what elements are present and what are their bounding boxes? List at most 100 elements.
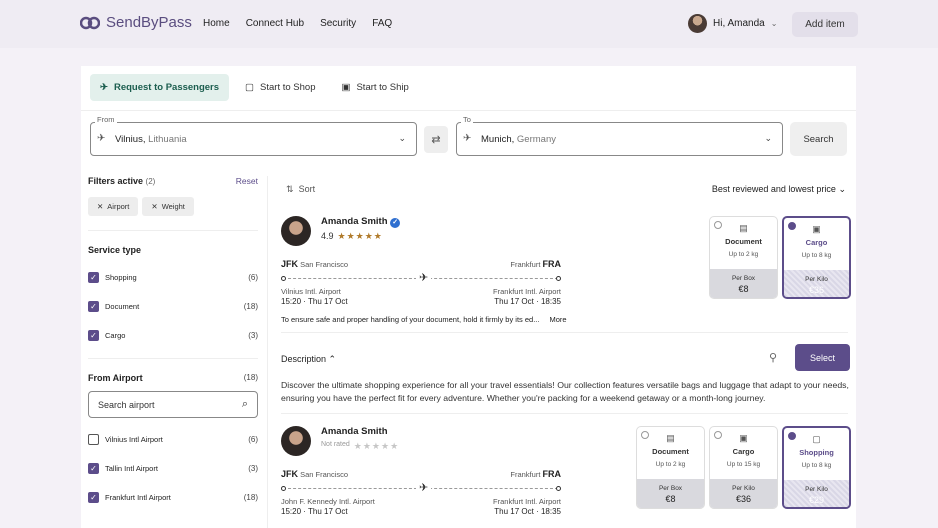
tab-start-to-ship[interactable]: ▣ Start to Ship (331, 74, 418, 101)
swap-button[interactable]: ⇄ (424, 126, 448, 153)
nav-security[interactable]: Security (320, 18, 356, 29)
filter-chip-weight[interactable]: ✕ Weight (142, 197, 194, 216)
brand-logo[interactable]: SendByPass (80, 14, 192, 31)
from-code: JFK (281, 259, 299, 269)
nav-home[interactable]: Home (203, 18, 230, 29)
checkbox-count: (3) (248, 330, 258, 340)
description-toggle[interactable]: Description ⌃ (281, 354, 848, 365)
document-icon: ▤ (739, 223, 748, 233)
sort-dropdown[interactable]: Best reviewed and lowest price ⌄ (712, 184, 846, 195)
avatar (281, 426, 311, 456)
listing-card[interactable]: Amanda Smith Not rated ★★★★★ JFK San Fran… (281, 426, 851, 526)
checkbox-shopping[interactable]: ✓ Shopping (6) (88, 270, 258, 284)
plane-icon: ✈ (416, 271, 432, 284)
checkbox-document[interactable]: ✓ Document (18) (88, 299, 258, 313)
filters-count: (2) (145, 177, 156, 186)
select-button[interactable]: Select (795, 344, 850, 371)
price-value: €36 (808, 285, 825, 295)
divider (88, 230, 258, 231)
price-value: €29 (808, 495, 825, 505)
checkbox-vilnius[interactable]: Vilnius Intl Airport (6) (88, 432, 258, 446)
user-menu[interactable]: Hi, Amanda ⌄ (688, 14, 777, 33)
option-limit: Up to 2 kg (728, 251, 759, 258)
to-airport: Frankfurt Intl. Airport (493, 497, 561, 506)
to-city: Frankfurt (510, 260, 541, 269)
description-title: Description (281, 354, 327, 364)
plane-icon: ✈ (100, 82, 108, 93)
filter-chip-airport[interactable]: ✕ Airport (88, 197, 139, 216)
tab-label: Start to Ship (356, 82, 409, 93)
plane-icon: ✈ (416, 481, 432, 494)
checkbox-cargo[interactable]: ✓ Cargo (3) (88, 328, 258, 342)
divider (281, 332, 848, 333)
service-type-title: Service type (88, 245, 142, 255)
check-icon[interactable]: ✓ (88, 462, 99, 474)
to-field[interactable]: To ✈ Munich, Germany ⌄ (456, 115, 783, 156)
departure-time: 15:20 (281, 507, 302, 516)
chevron-down-icon[interactable]: ⌄ (398, 133, 406, 144)
origin-dot (281, 276, 286, 281)
check-icon[interactable]: ✓ (88, 491, 99, 503)
star-icon: ★★★★★ (337, 231, 383, 241)
from-code: JFK (281, 469, 299, 479)
to-city: Munich, (481, 134, 515, 145)
checkbox-count: (6) (248, 272, 258, 282)
box-icon: ▣ (341, 82, 351, 93)
departure-date: Thu 17 Oct (308, 297, 348, 306)
check-icon[interactable]: ✓ (88, 300, 99, 312)
bag-icon: ▢ (245, 82, 255, 93)
checkbox-frankfurt[interactable]: ✓ Frankfurt Intl Airport (18) (88, 490, 258, 504)
landing-icon: ✈ (463, 133, 472, 144)
checkbox-label: Frankfurt Intl Airport (105, 492, 171, 502)
chevron-down-icon[interactable]: ⌄ (764, 133, 772, 144)
option-cargo[interactable]: ▣ Cargo Up to 15 kg Per Kilo €36 (709, 426, 778, 509)
from-field[interactable]: From ✈ Vilnius, Lithuania ⌄ (90, 115, 417, 156)
description-text: Discover the ultimate shopping experienc… (281, 380, 849, 403)
pin-icon[interactable]: ⚲ (769, 351, 777, 364)
check-icon[interactable]: ✓ (88, 329, 99, 341)
from-city: San Francisco (300, 470, 349, 479)
option-shopping[interactable]: ▢ Shopping Up to 8 kg Per Kilo €29 (782, 426, 851, 509)
option-title: Cargo (805, 238, 828, 247)
from-country: Lithuania (145, 134, 187, 145)
description-section: Description ⌃ Discover the ultimate shop… (281, 344, 849, 405)
divider (81, 110, 856, 111)
airport-search-input[interactable]: Search airport ⌕ (88, 391, 258, 418)
sort-button[interactable]: ⇅ Sort (286, 184, 315, 195)
nav-connect-hub[interactable]: Connect Hub (246, 18, 304, 29)
search-button[interactable]: Search (790, 122, 847, 156)
close-icon[interactable]: ✕ (151, 202, 157, 211)
option-document[interactable]: ▤ Document Up to 2 kg Per Box €8 (709, 216, 778, 299)
tab-label: Start to Shop (260, 82, 316, 93)
close-icon[interactable]: ✕ (97, 202, 103, 211)
checkbox-box[interactable] (88, 433, 99, 445)
from-airport-title: From Airport (88, 373, 143, 383)
takeoff-icon: ✈ (97, 133, 106, 144)
tab-start-to-shop[interactable]: ▢ Start to Shop (235, 74, 325, 101)
option-title: Cargo (732, 447, 755, 456)
search-icon[interactable]: ⌕ (242, 398, 248, 411)
nav-faq[interactable]: FAQ (372, 18, 392, 29)
tab-request-to-passengers[interactable]: ✈ Request to Passengers (90, 74, 230, 101)
arrival-date: Thu 17 Oct (494, 507, 534, 516)
reset-link[interactable]: Reset (236, 176, 258, 186)
from-label: From (95, 115, 117, 124)
add-item-button[interactable]: Add item (792, 12, 858, 37)
document-icon: ▤ (666, 433, 675, 443)
option-cargo[interactable]: ▣ Cargo Up to 8 kg Per Kilo €36 (782, 216, 851, 299)
logo-icon (80, 16, 100, 29)
checkbox-tallin[interactable]: ✓ Tallin Intl Airport (3) (88, 461, 258, 475)
divider (281, 413, 848, 414)
checkbox-label: Tallin Intl Airport (105, 463, 158, 473)
price-unit: Per Box (731, 275, 756, 282)
more-link[interactable]: More (549, 315, 566, 324)
option-limit: Up to 2 kg (655, 461, 686, 468)
sort-icon: ⇅ (286, 184, 294, 194)
option-limit: Up to 8 kg (801, 462, 832, 469)
check-icon[interactable]: ✓ (88, 271, 99, 283)
option-document[interactable]: ▤ Document Up to 2 kg Per Box €8 (636, 426, 705, 509)
to-code: FRA (542, 469, 562, 479)
listing-card[interactable]: Amanda Smith ✓ 4.9 ★★★★★ JFK San Francisc… (281, 216, 851, 334)
chip-label: Weight (161, 202, 185, 211)
chevron-up-icon: ⌃ (328, 354, 337, 364)
